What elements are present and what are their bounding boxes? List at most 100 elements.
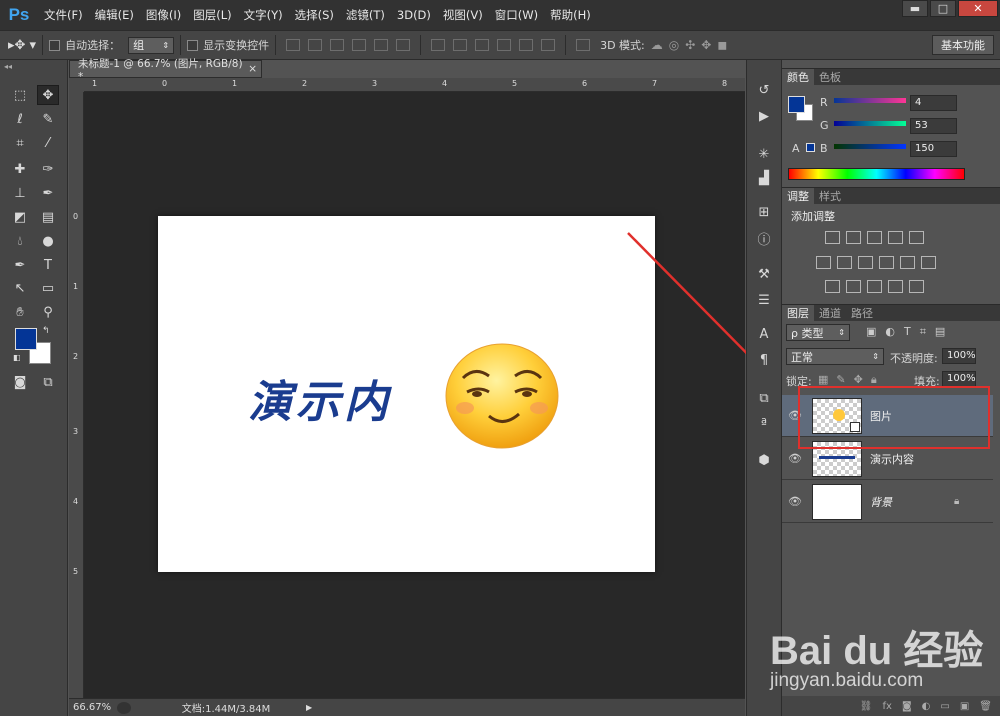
character-panel-icon[interactable]: A <box>755 326 773 342</box>
clone-stamp-tool-icon[interactable]: ⊥ <box>9 183 31 203</box>
layer-filter-icons[interactable]: ▣◐T⌗▤ <box>866 325 954 339</box>
path-select-tool-icon[interactable]: ↖ <box>9 278 31 298</box>
curves-icon[interactable] <box>867 231 882 244</box>
align-bottom-icon[interactable] <box>330 39 345 51</box>
paragraph-panel-icon[interactable]: ¶ <box>755 352 773 368</box>
collapse-toolbox-icon[interactable]: ◂◂ <box>4 62 12 71</box>
black-white-icon[interactable] <box>858 256 873 269</box>
blend-mode-dropdown[interactable]: 正常 ⇕ <box>786 348 884 365</box>
menu-help[interactable]: 帮助(H) <box>544 0 597 30</box>
levels-icon[interactable] <box>846 231 861 244</box>
move-tool-icon[interactable]: ▸✥ ▾ <box>8 38 36 53</box>
character-styles-icon[interactable]: ⧉ <box>755 390 773 406</box>
color-spectrum-bar[interactable] <box>788 168 965 180</box>
status-menu-arrow-icon[interactable]: ▶ <box>306 703 312 712</box>
fill-field[interactable]: 100% <box>942 371 976 387</box>
b-value-field[interactable]: 150 <box>910 141 957 157</box>
invert-icon[interactable] <box>825 280 840 293</box>
opacity-field[interactable]: 100% <box>942 348 976 364</box>
b-slider[interactable] <box>834 144 906 149</box>
swap-colors-icon[interactable]: ↰ <box>42 326 50 336</box>
lasso-tool-icon[interactable]: ℓ <box>9 109 31 129</box>
color-balance-icon[interactable] <box>837 256 852 269</box>
screen-mode-icon[interactable]: ⧉ <box>37 372 59 392</box>
tool-presets-icon[interactable]: ⚒ <box>755 266 773 282</box>
close-document-icon[interactable]: × <box>248 63 257 75</box>
visibility-eye-icon[interactable]: 👁︎ <box>782 452 808 465</box>
color-lookup-icon[interactable] <box>921 256 936 269</box>
menu-edit[interactable]: 编辑(E) <box>89 0 140 30</box>
pen-tool-icon[interactable]: ✒ <box>9 255 31 275</box>
zoom-tool-icon[interactable]: ⚲ <box>37 302 59 322</box>
distribute-left-icon[interactable] <box>497 39 512 51</box>
tab-styles[interactable]: 样式 <box>814 188 846 204</box>
menu-select[interactable]: 选择(S) <box>289 0 340 30</box>
menu-window[interactable]: 窗口(W) <box>489 0 544 30</box>
brush-panel-icon[interactable]: ✳ <box>755 146 773 162</box>
g-slider[interactable] <box>834 121 906 126</box>
r-slider[interactable] <box>834 98 906 103</box>
gamut-swatch[interactable] <box>806 143 815 152</box>
out-of-gamut-icon[interactable]: A <box>792 142 800 155</box>
tab-color[interactable]: 颜色 <box>782 69 814 85</box>
healing-brush-tool-icon[interactable]: ✚ <box>9 159 31 179</box>
actions-panel-icon[interactable]: ▶ <box>755 108 773 124</box>
brush-tool-icon[interactable]: ✑ <box>37 159 59 179</box>
tab-paths[interactable]: 路径 <box>846 305 878 321</box>
history-brush-tool-icon[interactable]: ✒ <box>37 183 59 203</box>
eyedropper-tool-icon[interactable]: ⁄ <box>37 133 59 153</box>
layer-filter-kind[interactable]: ρ 类型 ⇕ <box>786 324 850 341</box>
g-value-field[interactable]: 53 <box>910 118 957 134</box>
auto-select-dropdown[interactable]: 组 ⇕ <box>128 36 175 54</box>
quick-select-tool-icon[interactable]: ✎ <box>37 109 59 129</box>
info-panel-icon[interactable]: ⓘ <box>755 230 773 248</box>
blur-tool-icon[interactable]: 💧︎ <box>9 231 31 251</box>
close-button[interactable]: ✕ <box>958 0 998 17</box>
selective-color-icon[interactable] <box>888 280 903 293</box>
distribute-top-icon[interactable] <box>431 39 446 51</box>
channel-mixer-icon[interactable] <box>900 256 915 269</box>
quick-mask-icon[interactable]: ◙ <box>9 372 31 392</box>
type-tool-icon[interactable]: T <box>37 255 59 275</box>
menu-view[interactable]: 视图(V) <box>437 0 489 30</box>
dodge-tool-icon[interactable]: ● <box>37 231 59 251</box>
auto-select-checkbox[interactable] <box>49 39 61 51</box>
distribute-right-icon[interactable] <box>541 39 556 51</box>
menu-filter[interactable]: 滤镜(T) <box>340 0 391 30</box>
brightness-contrast-icon[interactable] <box>825 231 840 244</box>
posterize-icon[interactable] <box>846 280 861 293</box>
distribute-hcenter-icon[interactable] <box>519 39 534 51</box>
exposure-icon[interactable] <box>888 231 903 244</box>
menu-image[interactable]: 图像(I) <box>140 0 187 30</box>
zoom-level[interactable]: 66.67% <box>73 702 117 713</box>
menu-3d[interactable]: 3D(D) <box>391 0 437 30</box>
lock-icons[interactable]: ▦✎✥🔒︎ <box>818 373 885 387</box>
crop-tool-icon[interactable]: ⌗ <box>9 133 31 153</box>
r-value-field[interactable]: 4 <box>910 95 957 111</box>
align-hcenter-icon[interactable] <box>374 39 389 51</box>
align-left-icon[interactable] <box>352 39 367 51</box>
minimize-button[interactable]: ▬ <box>902 0 928 17</box>
menu-file[interactable]: 文件(F) <box>38 0 89 30</box>
3d-panel-icon[interactable]: ⬢ <box>755 452 773 468</box>
canvas[interactable]: 演示内 <box>158 216 655 572</box>
photo-filter-icon[interactable] <box>879 256 894 269</box>
gradient-map-icon[interactable] <box>909 280 924 293</box>
hue-saturation-icon[interactable] <box>816 256 831 269</box>
align-right-icon[interactable] <box>396 39 411 51</box>
shape-tool-icon[interactable]: ▭ <box>37 278 59 298</box>
status-info-icon[interactable] <box>117 701 131 714</box>
marquee-tool-icon[interactable]: ⬚ <box>9 85 31 105</box>
move-tool-icon[interactable]: ✥ <box>37 85 59 105</box>
distribute-bottom-icon[interactable] <box>475 39 490 51</box>
brush-presets-icon[interactable]: ▟ <box>755 170 773 186</box>
properties-panel-icon[interactable]: ☰ <box>755 292 773 308</box>
auto-align-icon[interactable] <box>576 39 591 51</box>
align-vcenter-icon[interactable] <box>308 39 323 51</box>
tab-adjustments[interactable]: 调整 <box>782 188 814 204</box>
foreground-color-swatch[interactable] <box>15 328 37 350</box>
default-colors-icon[interactable]: ◧ <box>13 353 21 362</box>
eraser-tool-icon[interactable]: ◩ <box>9 207 31 227</box>
tab-swatches[interactable]: 色板 <box>814 69 846 85</box>
document-tab[interactable]: 未标题-1 @ 66.7% (图片, RGB/8) * × <box>69 58 262 83</box>
